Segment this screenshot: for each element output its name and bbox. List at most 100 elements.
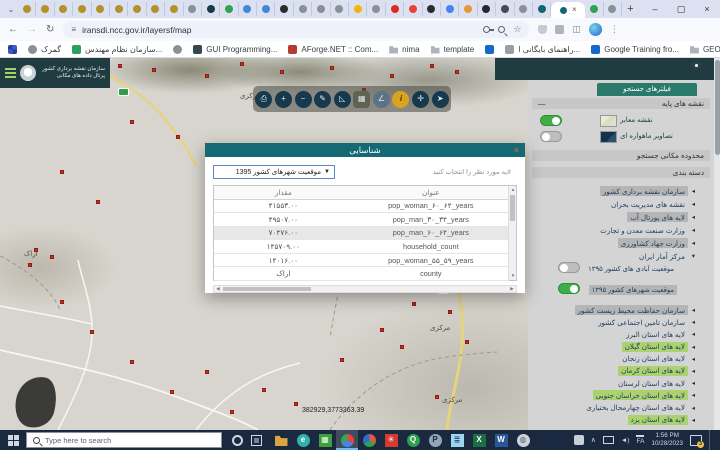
sidebar-tree-item[interactable]: ◂ سازمان تامین اجتماعی کشور <box>528 317 714 329</box>
hamburger-menu-icon[interactable] <box>5 68 16 77</box>
measure-area-button[interactable]: ◺ <box>334 91 351 108</box>
table-horizontal-scrollbar[interactable]: ◀ ▶ <box>213 285 517 293</box>
table-row[interactable]: ۷۰۴۷۶.۰۰ pop_man_۶۰_۶۴_years <box>214 226 509 240</box>
bookmark-item[interactable] <box>485 45 494 54</box>
map-city-point[interactable] <box>340 358 344 362</box>
map-city-point[interactable] <box>400 345 404 349</box>
map-city-point[interactable] <box>240 62 244 66</box>
basemaps-section-header[interactable]: نقشه های پایه — <box>532 98 710 109</box>
sidebar-tree-item[interactable]: ◂ لایه های استان گیلان <box>528 342 714 354</box>
site-info-icon[interactable]: ≡ <box>71 25 76 34</box>
bookmark-item[interactable]: GEONODE <box>690 45 720 54</box>
pan-button[interactable]: ✛ <box>412 91 429 108</box>
table-row[interactable]: ۱۴۰۱۶.۰۰ pop_woman_۵۵_۵۹_years <box>214 253 509 267</box>
browser-tab[interactable] <box>36 2 54 16</box>
basemap-toggle[interactable] <box>540 115 562 126</box>
browser-tab[interactable] <box>423 2 441 16</box>
print-tool-button[interactable]: ⎙ <box>255 91 272 108</box>
taskbar-clock[interactable]: 1:56 PM 10/28/2023 <box>651 432 683 449</box>
select-tool-button[interactable]: ➤ <box>432 91 449 108</box>
tree-item-label[interactable]: لایه های استان چهارمحال بختیاری <box>583 403 688 413</box>
spatial-extent-section-header[interactable]: محدوده مکانی جستجو <box>532 150 710 161</box>
taskbar-app-word[interactable]: W <box>490 430 512 450</box>
sidebar-tree-item[interactable]: ◂ لایه های استان لرستان <box>528 378 714 390</box>
tree-item-label[interactable]: وزارت جهاد کشاورزی <box>618 238 688 248</box>
browser-tab[interactable] <box>585 2 603 16</box>
taskbar-app-postgresql[interactable]: P <box>424 430 446 450</box>
legend-button[interactable]: ▦ <box>353 91 370 108</box>
map-city-point[interactable] <box>262 388 266 392</box>
browser-tab[interactable] <box>459 2 477 16</box>
tree-item-label[interactable]: لایه های استان خراسان جنوبی <box>593 390 688 400</box>
tree-expand-icon[interactable]: ◂ <box>692 187 695 195</box>
tree-expand-icon[interactable]: ◂ <box>692 367 695 375</box>
taskbar-app-qgis[interactable]: Q <box>402 430 424 450</box>
page-scrollbar-thumb[interactable] <box>715 60 720 155</box>
bookmark-item[interactable]: template <box>431 45 475 54</box>
map-city-point[interactable] <box>130 360 134 364</box>
search-filters-tab[interactable]: فیلترهای جستجو <box>597 83 697 96</box>
tree-item-label[interactable]: لایه های استان البرز <box>623 329 688 339</box>
browser-tab[interactable] <box>184 2 202 16</box>
table-row[interactable]: اراک county <box>214 267 509 281</box>
tray-app-icon[interactable] <box>574 435 584 445</box>
url-text[interactable]: iransdi.ncc.gov.ir/layersf/map <box>82 25 191 35</box>
task-view-icon[interactable] <box>251 435 262 446</box>
back-button[interactable]: ← <box>8 24 18 35</box>
taskbar-app-excel[interactable]: X <box>468 430 490 450</box>
tree-item-label[interactable]: وزارت صنعت معدن و تجارت <box>597 225 688 235</box>
map-city-point[interactable] <box>118 64 122 68</box>
taskbar-app-notes[interactable]: ≣ <box>446 430 468 450</box>
tree-item-label[interactable]: لایه های استان کرمان <box>618 366 688 376</box>
layer-toggle[interactable] <box>558 283 580 294</box>
browser-tab[interactable] <box>404 2 422 16</box>
taskbar-app-photos[interactable]: ▦ <box>314 430 336 450</box>
browser-tab[interactable] <box>386 2 404 16</box>
browser-tab[interactable] <box>496 2 514 16</box>
tree-expand-icon[interactable]: ◂ <box>692 404 695 412</box>
identify-dialog-header[interactable]: شناسایی × <box>205 143 525 157</box>
map-city-point[interactable] <box>330 66 334 70</box>
bookmark-item[interactable]: AForge.NET :: Com... <box>288 45 378 54</box>
browser-tab[interactable] <box>331 2 349 16</box>
map-city-point[interactable] <box>60 170 64 174</box>
browser-menu-icon[interactable]: ⋮ <box>610 24 619 35</box>
horizontal-scroll-thumb[interactable] <box>223 287 311 291</box>
basemap-toggle[interactable] <box>540 131 562 142</box>
hidden-icons-chevron[interactable]: ∧ <box>591 436 596 444</box>
tree-item-label[interactable]: لایه های پورتال آب <box>627 212 688 222</box>
tree-expand-icon[interactable]: ◂ <box>692 343 695 351</box>
browser-tab[interactable] <box>110 2 128 16</box>
window-close-button[interactable]: × <box>694 0 720 18</box>
tree-expand-icon[interactable]: ◂ <box>692 200 695 208</box>
browser-tab[interactable] <box>515 2 533 16</box>
bookmark-item[interactable] <box>173 45 182 54</box>
tree-expand-icon[interactable]: ◂ <box>692 355 695 363</box>
browser-tab[interactable] <box>165 2 183 16</box>
tree-expand-icon[interactable]: ◂ <box>692 416 695 424</box>
browser-tab[interactable] <box>147 2 165 16</box>
identify-info-button[interactable]: i <box>392 91 409 108</box>
notification-center-icon[interactable]: 3 <box>690 435 702 446</box>
map-city-point[interactable] <box>205 74 209 78</box>
browser-tab[interactable] <box>202 2 220 16</box>
table-row[interactable]: ۴۱۵۵۳.۰۰ pop_woman_۶۰_۶۴_years <box>214 199 509 213</box>
tree-expand-icon[interactable]: ◂ <box>692 379 695 387</box>
split-screen-icon[interactable]: ◫ <box>572 24 581 35</box>
forward-button[interactable]: → <box>27 24 37 35</box>
map-city-point[interactable] <box>130 120 134 124</box>
browser-tab[interactable] <box>367 2 385 16</box>
new-tab-button[interactable]: + <box>627 3 633 15</box>
taskbar-app-arcmap[interactable]: ◍ <box>512 430 534 450</box>
tree-expand-icon[interactable]: ◂ <box>692 239 695 247</box>
map-city-point[interactable] <box>152 68 156 72</box>
table-vertical-scrollbar[interactable]: ▲ ▼ <box>508 186 516 280</box>
extensions-puzzle-icon[interactable] <box>555 25 564 34</box>
sidebar-tree-item[interactable]: ◂ لایه های استان کرمان <box>528 366 714 378</box>
sidebar-tree-item[interactable]: ◂ لایه های استان زنجان <box>528 354 714 366</box>
bookmark-item[interactable] <box>8 45 17 54</box>
map-city-point[interactable] <box>448 310 452 314</box>
map-city-point[interactable] <box>90 330 94 334</box>
map-city-point[interactable] <box>280 70 284 74</box>
volume-tray-icon[interactable]: ◄) <box>621 437 630 444</box>
